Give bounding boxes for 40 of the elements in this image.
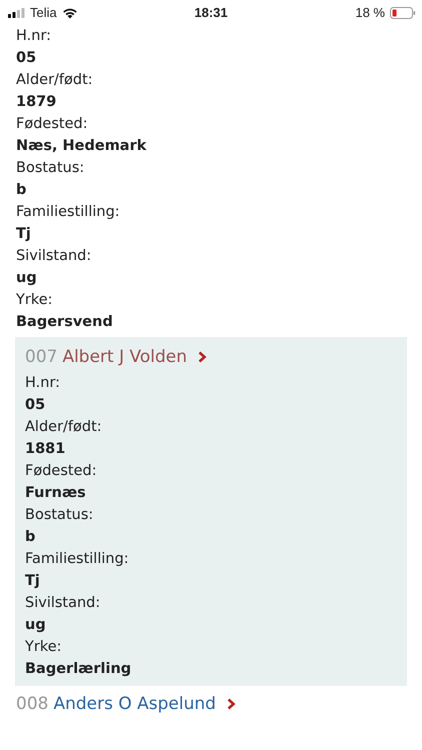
field-label: H.nr: xyxy=(16,27,52,46)
field-value: Bagerlærling xyxy=(25,660,132,679)
field-value: 05 xyxy=(16,49,36,68)
field-label: Alder/født: xyxy=(16,71,93,90)
field-value: Tj xyxy=(25,572,40,591)
person-link[interactable]: Anders O Aspelund xyxy=(53,692,216,716)
wifi-icon xyxy=(62,6,78,18)
battery-percent: 18 % xyxy=(355,5,385,20)
field-label: Familiestilling: xyxy=(25,550,129,569)
field-value: ug xyxy=(16,269,37,288)
field-label: Alder/født: xyxy=(25,418,102,437)
carrier-name: Telia xyxy=(30,5,57,20)
battery-icon xyxy=(390,6,416,18)
chevron-right-icon[interactable] xyxy=(198,351,207,363)
record-number: 007 xyxy=(25,346,58,369)
person-link[interactable]: Albert J Volden xyxy=(62,345,187,369)
record-number: 008 xyxy=(16,693,48,716)
signal-icon xyxy=(8,8,25,18)
field-value: ug xyxy=(25,616,46,635)
field-value: Bagersvend xyxy=(16,313,113,332)
field-label: Bostatus: xyxy=(16,159,84,178)
field-label: Fødested: xyxy=(25,462,97,481)
field-value: Næs, Hedemark xyxy=(16,137,146,156)
field-value: Furnæs xyxy=(25,484,86,503)
field-label: Familiestilling: xyxy=(16,203,120,222)
field-label: Sivilstand: xyxy=(25,594,100,613)
field-label: Bostatus: xyxy=(25,506,94,525)
field-value: b xyxy=(16,181,26,200)
field-value: 05 xyxy=(25,396,46,415)
field-value: 1879 xyxy=(16,93,56,112)
field-value: Tj xyxy=(16,225,31,244)
clock-time: 18:31 xyxy=(194,5,228,20)
field-value: b xyxy=(25,528,36,547)
field-label: Yrke: xyxy=(25,638,62,657)
field-value: 1881 xyxy=(25,440,66,459)
field-label: Fødested: xyxy=(16,115,88,134)
field-label: Sivilstand: xyxy=(16,247,92,266)
chevron-right-icon[interactable] xyxy=(226,698,236,710)
field-label: H.nr: xyxy=(25,374,60,393)
field-label: Yrke: xyxy=(16,291,53,310)
